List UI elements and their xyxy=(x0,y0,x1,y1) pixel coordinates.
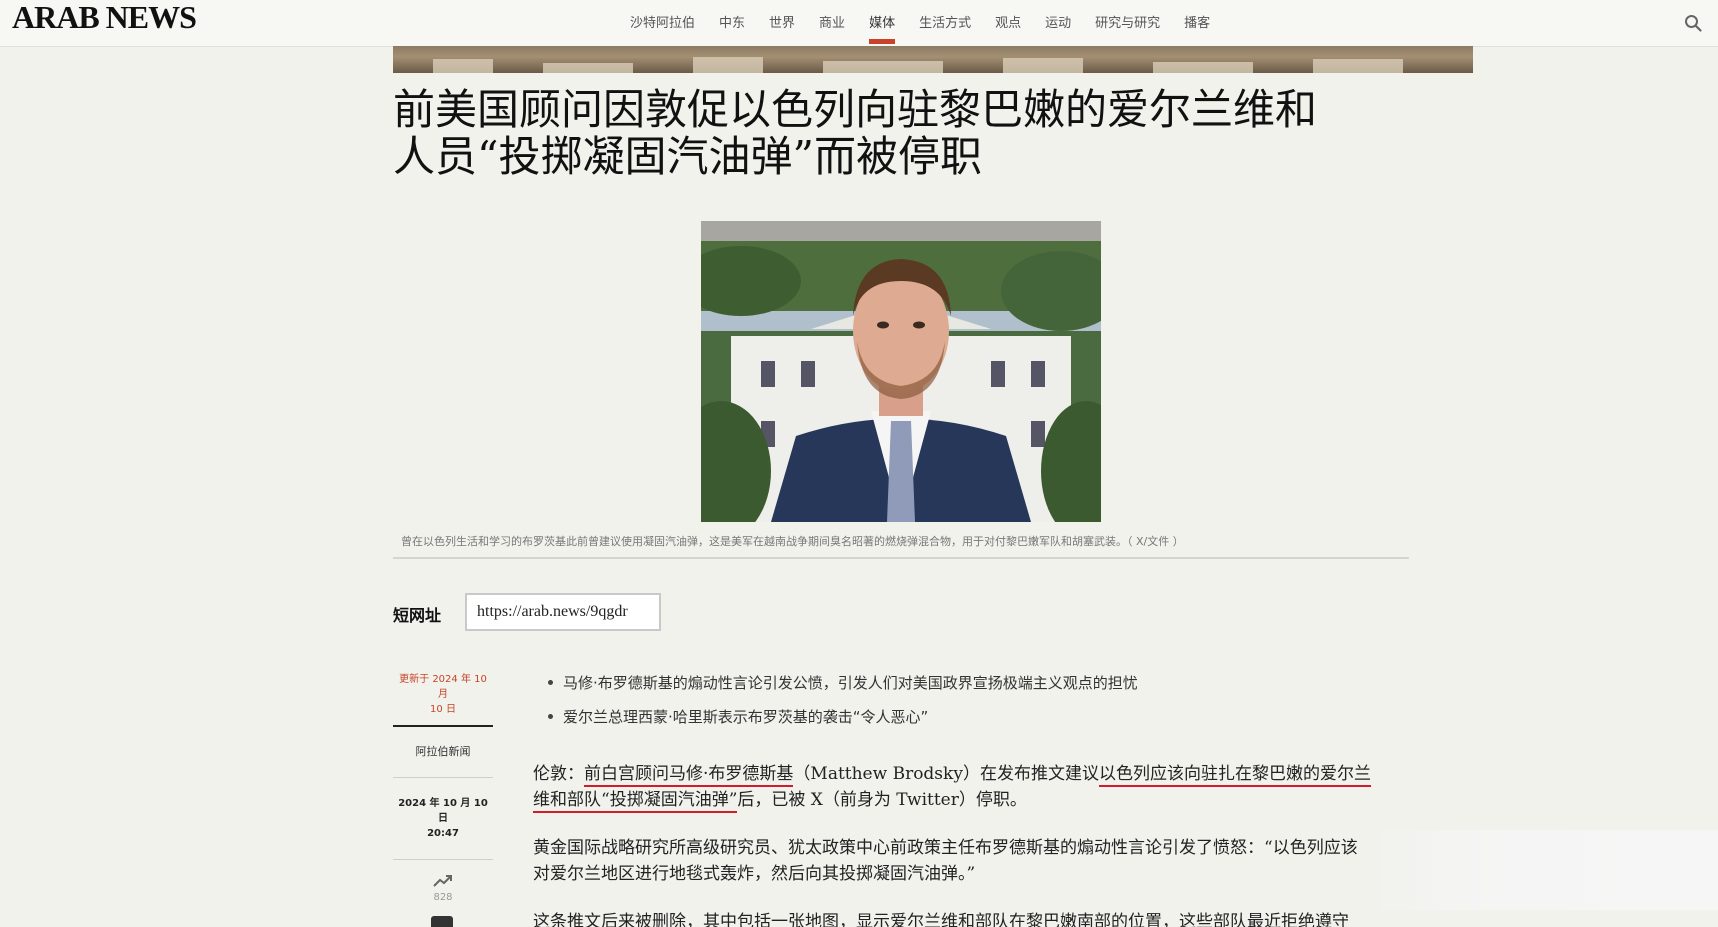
trending-icon xyxy=(433,875,452,887)
p1-underlined-3: 维和部队“投掷凝固汽油弹” xyxy=(533,790,738,813)
article-paragraph-1: 伦敦：前白宫顾问马修·布罗德斯基（Matthew Brodsky）在发布推文建议… xyxy=(533,761,1403,813)
view-count: 828 xyxy=(393,860,493,903)
short-url-label: 短网址 xyxy=(393,606,442,625)
article-headline: 前美国顾问因敦促以色列向驻黎巴嫩的爱尔兰维和 人员“投掷凝固汽油弹”而被停职 xyxy=(393,86,1413,180)
main-nav: 沙特阿拉伯 中东 世界 商业 媒体 生活方式 观点 运动 研究与研究 播客 xyxy=(630,0,1234,47)
facebook-icon[interactable] xyxy=(431,916,453,927)
article-source[interactable]: 阿拉伯新闻 xyxy=(393,727,493,778)
p1-underlined-2: 以色列应该向驻扎在黎巴嫩的爱尔兰 xyxy=(1098,764,1371,787)
highlight-item: 马修·布罗德斯基的煽动性言论引发公愤，引发人们对美国政界宣扬极端主义观点的担忧 xyxy=(548,673,1308,693)
article-meta: 更新于 2024 年 10 月 10 日 阿拉伯新闻 2024 年 10 月 1… xyxy=(393,672,493,903)
site-header: ARAB NEWS 沙特阿拉伯 中东 世界 商业 媒体 生活方式 观点 运动 研… xyxy=(0,0,1718,47)
headline-line-2: 人员“投掷凝固汽油弹”而被停职 xyxy=(393,132,982,181)
nav-item-business[interactable]: 商业 xyxy=(819,0,845,47)
nav-item-world[interactable]: 世界 xyxy=(769,0,795,47)
p2-line-1: 黄金国际战略研究所高级研究员、犹太政策中心前政策主任布罗德斯基的煽动性言论引发了… xyxy=(533,838,1358,858)
highlight-item: 爱尔兰总理西蒙·哈里斯表示布罗茨基的袭击“令人恶心” xyxy=(548,707,1308,727)
p1-mid: （Matthew Brodsky）在发布推文建议 xyxy=(793,764,1099,784)
p1-tail: 后，已被 X（前身为 Twitter）停职。 xyxy=(737,790,1027,810)
p1-underlined-1: 前白宫顾问马修·布罗德斯基 xyxy=(584,764,794,787)
p1-lead: 伦敦： xyxy=(533,764,584,784)
publish-date-line-1: 2024 年 10 月 10 日 xyxy=(398,798,488,824)
bullet-icon xyxy=(548,713,553,719)
nav-item-saudi[interactable]: 沙特阿拉伯 xyxy=(630,0,695,47)
portrait-illustration xyxy=(701,221,1101,522)
p2-line-2: 对爱尔兰地区进行地毯式轰炸，然后向其投掷凝固汽油弹。” xyxy=(533,864,976,884)
nav-item-sport[interactable]: 运动 xyxy=(1045,0,1071,47)
headline-line-1: 前美国顾问因敦促以色列向驻黎巴嫩的爱尔兰维和 xyxy=(393,85,1318,134)
nav-item-opinion[interactable]: 观点 xyxy=(995,0,1021,47)
nav-item-middle-east[interactable]: 中东 xyxy=(719,0,745,47)
highlight-text: 马修·布罗德斯基的煽动性言论引发公愤，引发人们对美国政界宣扬极端主义观点的担忧 xyxy=(563,674,1138,692)
image-caption: 曾在以色列生活和学习的布罗茨基此前曾建议使用凝固汽油弹，这是美军在越南战争期间臭… xyxy=(401,535,1184,548)
nav-item-media[interactable]: 媒体 xyxy=(869,0,896,47)
short-url-field[interactable]: https://arab.news/9qgdr xyxy=(465,593,661,631)
caption-divider xyxy=(393,557,1409,559)
updated-line-1: 更新于 2024 年 10 月 xyxy=(399,674,487,700)
site-logo[interactable]: ARAB NEWS xyxy=(12,0,197,34)
updated-line-2: 10 日 xyxy=(430,704,456,715)
article-hero-image xyxy=(701,221,1101,522)
banner-image xyxy=(393,46,1473,73)
highlight-text: 爱尔兰总理西蒙·哈里斯表示布罗茨基的袭击“令人恶心” xyxy=(563,708,929,726)
updated-date: 更新于 2024 年 10 月 10 日 xyxy=(393,672,493,717)
nav-item-lifestyle[interactable]: 生活方式 xyxy=(919,0,971,47)
nav-item-research[interactable]: 研究与研究 xyxy=(1095,0,1160,47)
article-paragraph-2: 黄金国际战略研究所高级研究员、犹太政策中心前政策主任布罗德斯基的煽动性言论引发了… xyxy=(533,835,1403,887)
nav-item-podcast[interactable]: 播客 xyxy=(1184,0,1210,47)
article-paragraph-3: 这条推文后来被删除，其中包括一张地图，显示爱尔兰维和部队在黎巴嫩南部的位置，这些… xyxy=(533,912,1349,927)
search-icon[interactable] xyxy=(1684,14,1702,32)
publish-date: 2024 年 10 月 10 日 20:47 xyxy=(393,778,493,860)
view-count-number: 828 xyxy=(433,892,453,903)
publish-time: 20:47 xyxy=(427,828,459,839)
bullet-icon xyxy=(548,679,553,685)
article-highlights: 马修·布罗德斯基的煽动性言论引发公愤，引发人们对美国政界宣扬极端主义观点的担忧 … xyxy=(548,673,1308,741)
screen-glare-overlay xyxy=(1360,830,1718,910)
